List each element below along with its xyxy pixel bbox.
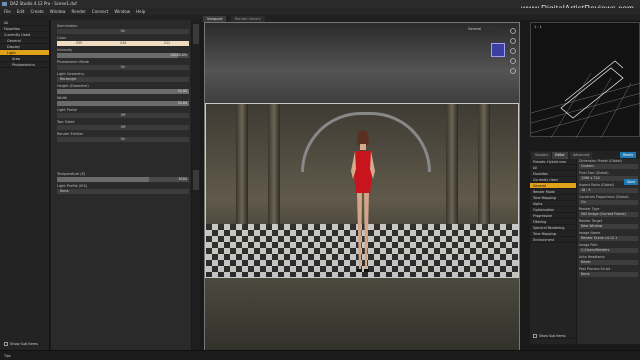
render-type-select[interactable]: Still Image (Current Frame) — [579, 212, 638, 217]
aspect-ratio-field[interactable]: 16 : 9 — [579, 188, 638, 193]
menu-bar: File Edit Create Window Render Connect W… — [0, 8, 640, 15]
prop-color: Color 255 244 211 — [57, 36, 189, 46]
two-sided-toggle[interactable]: Off — [57, 125, 189, 130]
light-geometry-select[interactable]: Rectangle — [57, 77, 189, 82]
prop-temperature: Temperature (K) 6500 — [57, 172, 189, 182]
menu-help[interactable]: Help — [136, 9, 145, 14]
color-r: 255 — [75, 41, 83, 45]
pillar — [446, 104, 458, 234]
render-frame — [205, 103, 519, 278]
menu-connect[interactable]: Connect — [92, 9, 109, 14]
image-path-field[interactable]: C:/Users/Renders — [579, 248, 638, 253]
menu-create[interactable]: Create — [30, 9, 43, 14]
presets-label: Presets — [533, 160, 545, 164]
render-fields-panel: Dimension Preset (Global) Custom Pixel S… — [577, 159, 640, 344]
render-settings-tabs: Shaders Editor Advanced Ready — [530, 151, 640, 159]
status-bar: Tips — [0, 350, 640, 360]
side-tab[interactable] — [193, 24, 199, 44]
prop-width: Width 30.00 — [57, 96, 189, 106]
aux-viewport[interactable]: 1 : 1 — [530, 22, 640, 139]
window-title: DAZ Studio 4.12 Pro - Scene1.duf — [10, 1, 77, 6]
save-button[interactable]: Save — [623, 179, 638, 185]
pillar — [268, 104, 280, 234]
tab-editor[interactable]: Editor — [552, 152, 568, 159]
pillar — [236, 104, 248, 234]
render-emitter-toggle[interactable]: On — [57, 137, 189, 142]
tips-button[interactable]: Tips — [4, 354, 11, 358]
scene-floor — [205, 278, 519, 357]
app-logo-icon — [2, 2, 7, 6]
prop-render-emitter: Render Emitter On — [57, 132, 189, 142]
prop-photometric: Photometric Mode On — [57, 60, 189, 70]
show-sub-items-label: Show Sub Items — [10, 342, 39, 346]
dimension-preset-select[interactable]: Custom — [579, 164, 638, 169]
render-show-sub-label: Show Sub Items — [539, 334, 566, 338]
render-show-sub-items[interactable]: Show Sub Items — [530, 333, 576, 339]
checkbox-icon[interactable] — [4, 342, 8, 346]
figure-model — [351, 130, 375, 272]
prop-illumination: Illumination On — [57, 24, 189, 34]
side-tab[interactable] — [193, 170, 199, 190]
prop-light-portal: Light Portal Off — [57, 108, 189, 118]
prop-two-sided: Two Sided Off — [57, 120, 189, 130]
light-profile-select[interactable]: None — [57, 189, 189, 194]
camera-select[interactable]: General — [465, 26, 499, 32]
scene-ceiling — [205, 23, 519, 103]
prop-light-profile: Light Profile (IES) None — [57, 184, 189, 194]
render-groups-panel: Presets: Hybrid new All Favorites Curren… — [530, 159, 576, 344]
menu-render[interactable]: Render — [72, 9, 86, 14]
viewport-controls[interactable] — [509, 25, 517, 85]
checkbox-icon[interactable] — [533, 334, 537, 338]
temperature-slider[interactable]: 6500 — [57, 177, 189, 182]
height-slider[interactable]: 30.00 — [57, 89, 189, 94]
prop-light-geometry: Light Geometry Rectangle — [57, 72, 189, 82]
menu-window-2[interactable]: Window — [114, 9, 130, 14]
height-value: 30.00 — [177, 89, 187, 93]
group-photometrics[interactable]: Photometrics — [0, 62, 49, 68]
temperature-value: 6500 — [178, 177, 187, 181]
light-portal-toggle[interactable]: Off — [57, 113, 189, 118]
color-g: 244 — [119, 41, 127, 45]
3d-viewport[interactable]: General — [204, 22, 520, 358]
post-process-field[interactable]: None — [579, 272, 638, 277]
image-name-field[interactable]: Render Scene v4.12.1 — [579, 236, 638, 241]
menu-window[interactable]: Window — [50, 9, 66, 14]
constrain-toggle[interactable]: On — [579, 200, 638, 205]
properties-side-tabs — [192, 20, 200, 350]
pillar — [478, 104, 490, 234]
auto-headlamp-select[interactable]: Never — [579, 260, 638, 265]
preset-value[interactable]: Hybrid new — [547, 160, 566, 164]
aux-viewport-label: 1 : 1 — [534, 25, 542, 29]
light-properties-panel: Illumination On Color 255 244 211 Intens… — [51, 20, 191, 350]
width-slider[interactable]: 30.00 — [57, 101, 189, 106]
photometric-toggle[interactable]: On — [57, 65, 189, 70]
menu-edit[interactable]: Edit — [17, 9, 25, 14]
intensity-value: 10000.0% — [170, 53, 187, 57]
illumination-toggle[interactable]: On — [57, 29, 189, 34]
width-value: 30.00 — [177, 101, 187, 105]
prop-height: Height (Diameter) 30.00 — [57, 84, 189, 94]
render-target-select[interactable]: New Window — [579, 224, 638, 229]
prop-intensity: Intensity 10000.0% — [57, 48, 189, 58]
show-sub-items[interactable]: Show Sub Items — [0, 340, 50, 348]
wireframe-preview — [530, 60, 640, 139]
viewport-tabs: Viewport Render Library — [201, 15, 521, 22]
property-groups-panel: All Favorites Currently Used General Dis… — [0, 20, 50, 350]
tab-advanced[interactable]: Advanced — [570, 152, 593, 159]
ready-badge: Ready — [620, 152, 637, 158]
menu-file[interactable]: File — [4, 9, 11, 14]
color-swatch[interactable]: 255 244 211 — [57, 41, 189, 46]
render-group-item[interactable]: Environment — [530, 237, 576, 243]
tab-shaders[interactable]: Shaders — [532, 152, 552, 159]
nav-cube-icon[interactable] — [491, 43, 505, 57]
color-b: 211 — [163, 41, 171, 45]
intensity-slider[interactable]: 10000.0% — [57, 53, 189, 58]
